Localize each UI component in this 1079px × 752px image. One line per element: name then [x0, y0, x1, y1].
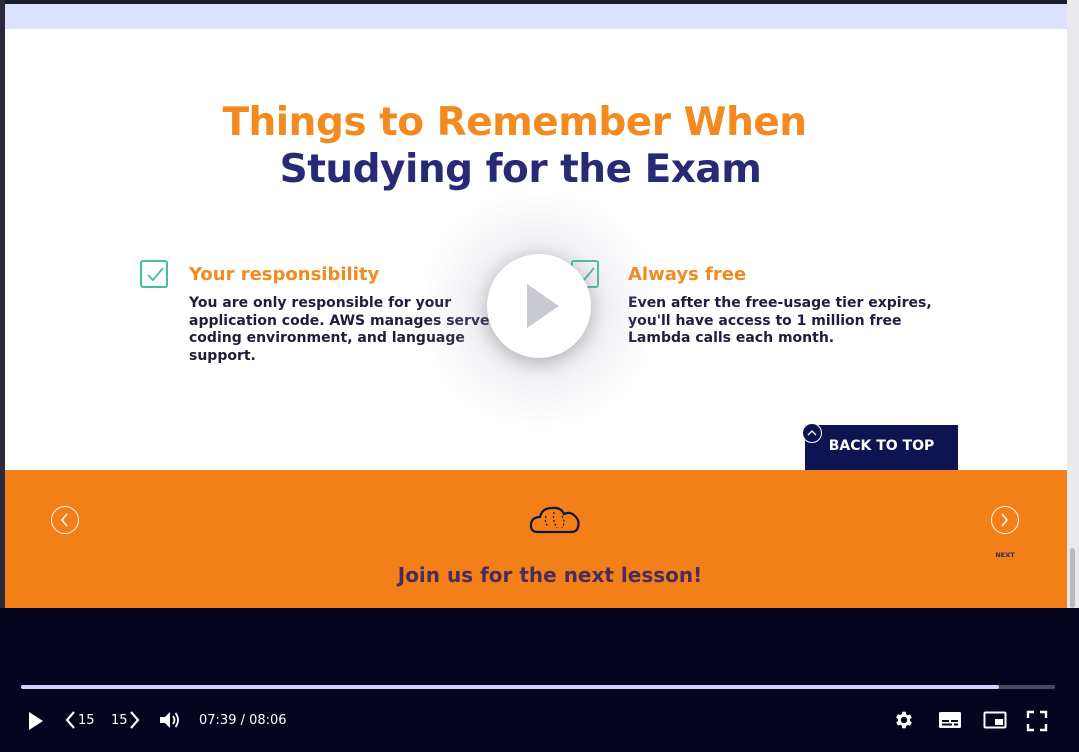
feature-description: Even after the free-usage tier expires, …: [628, 295, 932, 346]
captions-button[interactable]: [938, 711, 962, 734]
chevron-up-icon[interactable]: [802, 423, 822, 443]
back-to-top-button[interactable]: BACK TO TOP: [805, 425, 958, 470]
forward-15-icon: [130, 711, 140, 729]
play-icon: [527, 284, 559, 328]
next-label[interactable]: NEXT: [985, 551, 1025, 559]
volume-icon: [160, 712, 179, 728]
forward-seconds-label: 15: [111, 713, 128, 728]
play-button[interactable]: [27, 710, 45, 737]
play-icon: [29, 712, 43, 730]
rewind-15-button[interactable]: [63, 709, 77, 736]
picture-in-picture-button[interactable]: [983, 711, 1007, 734]
rewind-15-icon: [65, 711, 75, 729]
forward-15-button[interactable]: [128, 709, 142, 736]
captions-icon: [939, 712, 961, 728]
next-arrow-icon[interactable]: [991, 506, 1019, 534]
cloud-brain-icon: [529, 506, 580, 534]
video-frame: Things to Remember When Studying for the…: [0, 0, 1079, 608]
checkbox-check-icon: [140, 260, 168, 288]
header-band: [5, 4, 1067, 29]
slide-title-line-1: Things to Remember When: [222, 100, 807, 145]
time-display: 07:39 / 08:06: [199, 713, 287, 728]
join-next-lesson-text: Join us for the next lesson!: [397, 563, 703, 587]
scrollbar-track[interactable]: [1067, 0, 1079, 608]
progress-fill: [21, 685, 1000, 689]
picture-in-picture-icon: [983, 711, 1007, 729]
fullscreen-button[interactable]: [1026, 710, 1048, 737]
settings-icon: [896, 711, 912, 729]
progress-bar[interactable]: [21, 685, 1055, 689]
big-play-button[interactable]: [487, 254, 591, 358]
fullscreen-icon: [1026, 710, 1048, 732]
volume-button[interactable]: [158, 709, 182, 736]
feature-title: Your responsibility: [189, 264, 380, 285]
next-lesson-banner: [5, 470, 1067, 608]
rewind-seconds-label: 15: [78, 713, 95, 728]
settings-button[interactable]: [893, 709, 915, 736]
previous-arrow-icon[interactable]: [51, 506, 79, 534]
slide-title-line-2: Studying for the Exam: [279, 147, 762, 192]
